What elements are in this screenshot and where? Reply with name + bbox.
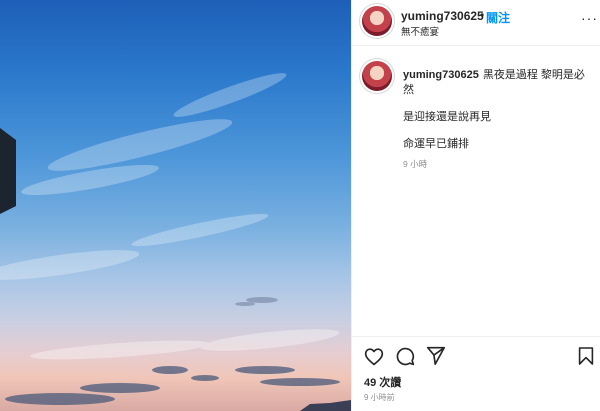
caption-username[interactable]: yuming730625: [403, 69, 479, 81]
heart-icon[interactable]: [364, 347, 384, 366]
location-link[interactable]: 無不癒宴: [401, 24, 439, 38]
action-bar: 49 次讚 9 小時前: [352, 336, 600, 411]
comment-icon[interactable]: [395, 346, 415, 366]
share-icon[interactable]: [426, 346, 446, 365]
caption-line-3: 命運早已鋪排: [403, 138, 469, 150]
caption-line-2: 是迎接還是說再見: [403, 111, 491, 123]
follow-button[interactable]: 關注: [486, 9, 510, 26]
caption-text: yuming730625 黑夜是過程 黎明是必然: [403, 68, 593, 98]
caption-avatar[interactable]: [362, 61, 392, 91]
more-options-icon[interactable]: ···: [581, 10, 598, 26]
post-photo[interactable]: [0, 0, 351, 411]
caption-time-ago: 9 小時: [403, 159, 428, 169]
sky-clouds-graphic: [0, 73, 351, 411]
instagram-post: yuming730625 • 關注 無不癒宴 ··· yuming730625 黑…: [0, 0, 600, 411]
avatar[interactable]: [362, 6, 392, 36]
like-count[interactable]: 49 次讚: [364, 374, 401, 390]
separator-dot: •: [480, 8, 485, 22]
bookmark-icon[interactable]: [578, 346, 594, 366]
header-username[interactable]: yuming730625: [401, 9, 484, 23]
post-side-panel: yuming730625 • 關注 無不癒宴 ··· yuming730625 黑…: [351, 0, 600, 411]
post-header: yuming730625 • 關注 無不癒宴 ···: [352, 0, 600, 46]
post-timestamp[interactable]: 9 小時前: [364, 392, 395, 403]
